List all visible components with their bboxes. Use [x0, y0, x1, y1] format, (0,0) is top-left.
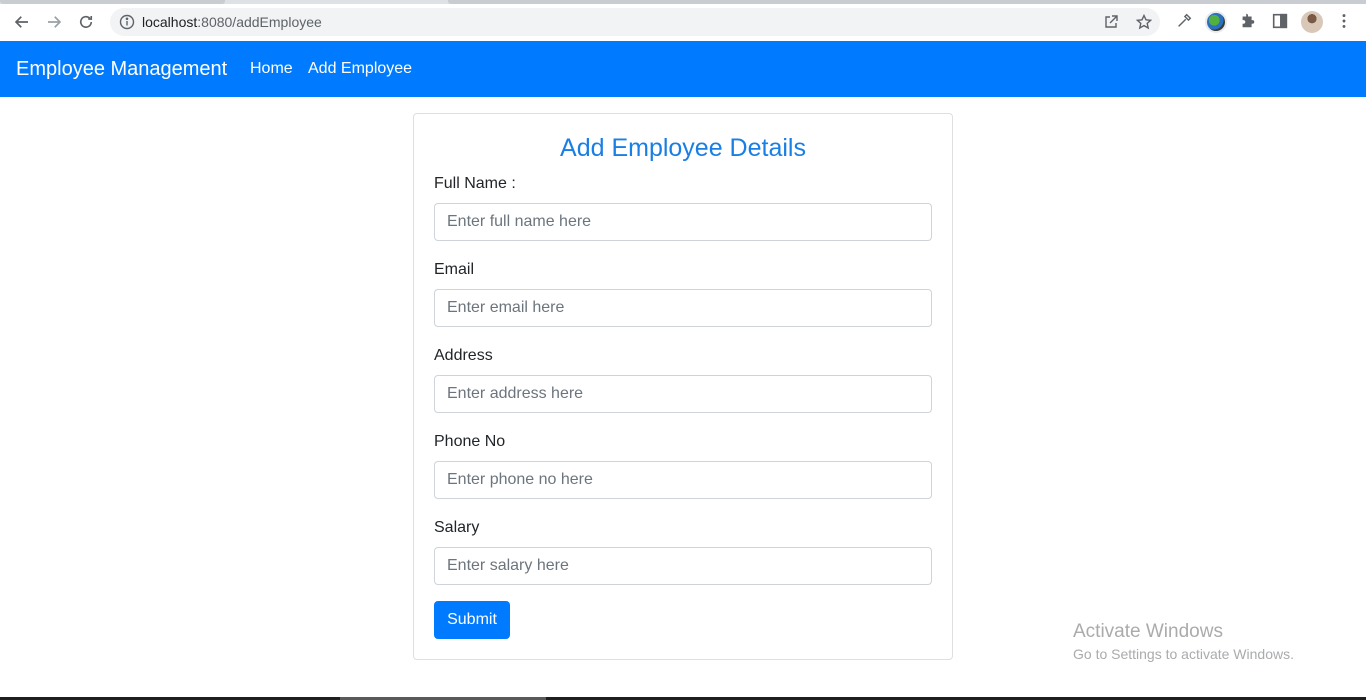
- submit-button[interactable]: Submit: [434, 601, 510, 639]
- globe-extension-icon[interactable]: [1205, 11, 1227, 33]
- app-navbar: Employee Management Home Add Employee: [0, 41, 1366, 97]
- salary-input[interactable]: [434, 547, 932, 585]
- activate-windows-title: Activate Windows: [1073, 621, 1223, 642]
- forward-arrow-icon[interactable]: [42, 10, 66, 34]
- email-input[interactable]: [434, 289, 932, 327]
- full-name-label: Full Name :: [434, 175, 516, 192]
- address-bar[interactable]: localhost:8080/addEmployee: [110, 8, 1160, 36]
- info-icon[interactable]: [119, 14, 135, 30]
- reload-icon[interactable]: [74, 10, 98, 34]
- url-text[interactable]: localhost:8080/addEmployee: [142, 14, 322, 30]
- nav-link-add-employee[interactable]: Add Employee: [308, 60, 412, 78]
- star-icon[interactable]: [1135, 13, 1153, 30]
- nav-link-home[interactable]: Home: [250, 60, 293, 78]
- eyedropper-icon[interactable]: [1174, 11, 1194, 31]
- phone-label: Phone No: [434, 433, 506, 450]
- salary-label: Salary: [434, 519, 480, 536]
- activate-windows-subtitle: Go to Settings to activate Windows.: [1073, 646, 1294, 662]
- url-host: localhost: [142, 14, 198, 30]
- form-title: Add Employee Details: [560, 134, 806, 162]
- url-path: :8080/addEmployee: [197, 14, 322, 30]
- share-icon[interactable]: [1103, 14, 1119, 30]
- tab[interactable]: [448, 0, 1366, 4]
- puzzle-icon[interactable]: [1238, 11, 1258, 31]
- email-label: Email: [434, 261, 475, 278]
- brand-link[interactable]: Employee Management: [16, 58, 227, 81]
- browser-toolbar: localhost:8080/addEmployee: [0, 0, 1366, 41]
- avatar[interactable]: [1301, 11, 1323, 33]
- side-panel-icon[interactable]: [1270, 11, 1290, 31]
- kebab-menu-icon[interactable]: [1334, 11, 1354, 31]
- tab[interactable]: [0, 0, 225, 4]
- address-input[interactable]: [434, 375, 932, 413]
- address-label: Address: [434, 347, 493, 364]
- full-name-input[interactable]: [434, 203, 932, 241]
- tab-strip: [0, 0, 1366, 4]
- phone-input[interactable]: [434, 461, 932, 499]
- back-arrow-icon[interactable]: [10, 10, 34, 34]
- add-employee-card: Add Employee Details Full Name : Email A…: [413, 113, 953, 660]
